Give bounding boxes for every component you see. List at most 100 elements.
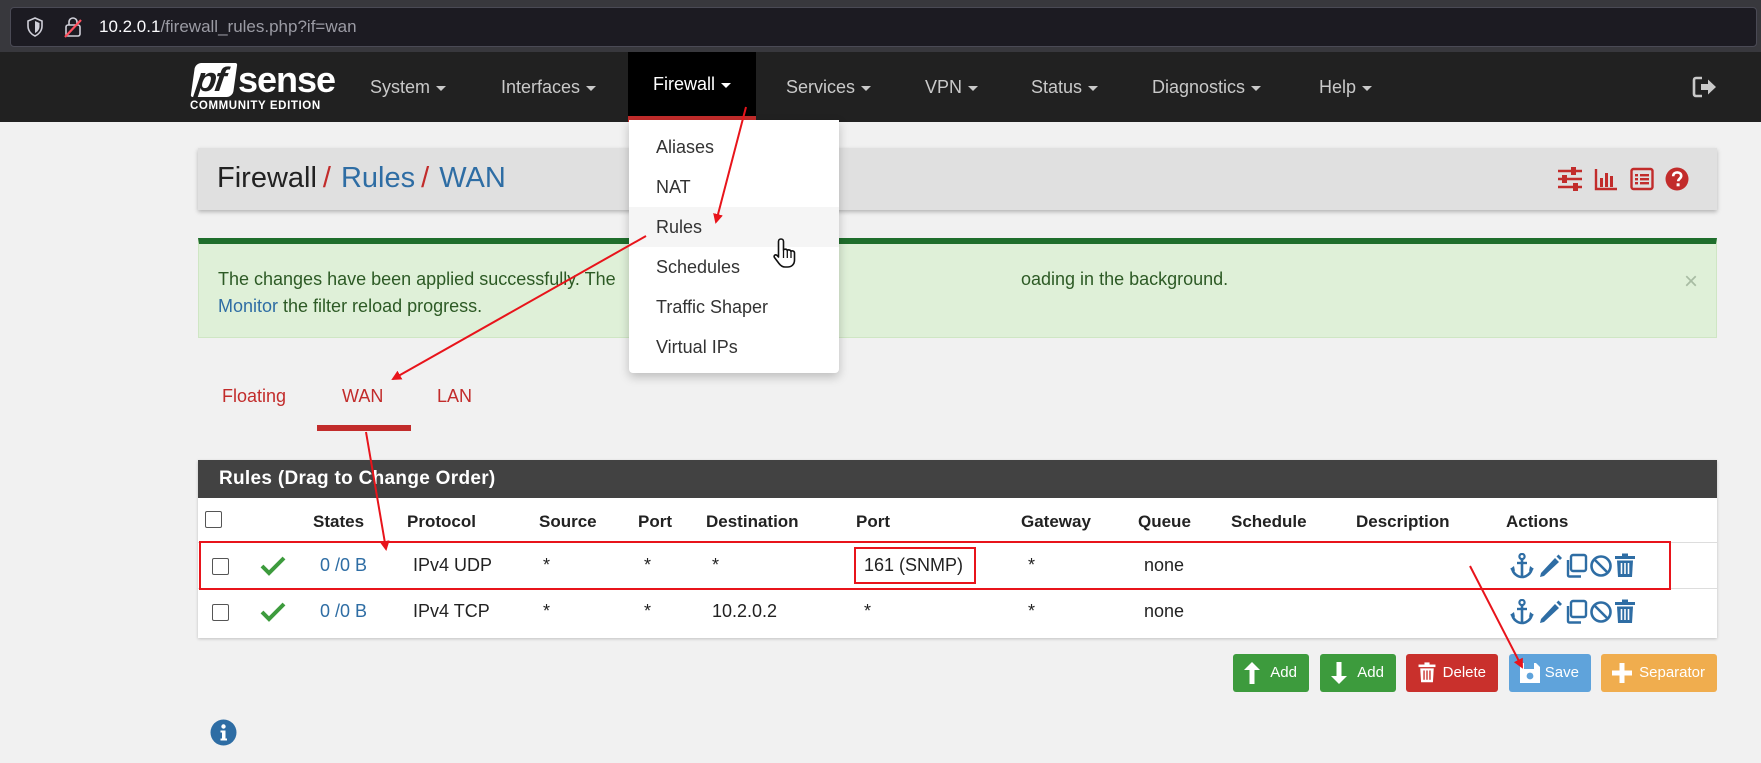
alert-text-line1-end: oading in the background.	[1021, 269, 1229, 289]
url-text: 10.2.0.1/firewall_rules.php?if=wan	[99, 17, 357, 37]
add-bottom-label: Add	[1357, 664, 1384, 681]
nav-status-label: Status	[1031, 77, 1083, 97]
monitor-link[interactable]: Monitor	[218, 296, 278, 316]
menu-item-aliases[interactable]: Aliases	[629, 127, 839, 167]
hand-pointer-cursor-icon	[773, 238, 796, 268]
table-row[interactable]: 0 /0 B IPv4 TCP * * 10.2.0.2 * * none	[198, 588, 1717, 635]
nav-system-label: System	[370, 77, 431, 97]
column-header-source-port: Port	[638, 512, 672, 531]
menu-item-traffic-shaper[interactable]: Traffic Shaper	[629, 287, 839, 327]
add-top-label: Add	[1270, 664, 1297, 681]
caret-down-icon	[586, 85, 597, 91]
caret-down-icon	[721, 82, 732, 88]
column-header-states: States	[313, 512, 365, 531]
logo-pf-text: pf	[193, 61, 227, 99]
caret-down-icon	[861, 85, 872, 91]
nav-diagnostics[interactable]: Diagnostics	[1152, 52, 1262, 122]
select-all-checkbox[interactable]	[205, 511, 222, 528]
row-select-checkbox[interactable]	[212, 604, 229, 621]
logo-pf-badge: pf	[190, 61, 238, 99]
breadcrumb-wan[interactable]: WAN	[439, 162, 506, 194]
column-header-source: Source	[539, 512, 597, 531]
url-path: /firewall_rules.php?if=wan	[160, 17, 357, 36]
nav-interfaces-label: Interfaces	[501, 77, 581, 97]
delete-button[interactable]: Delete	[1406, 654, 1498, 692]
delete-label: Delete	[1442, 664, 1486, 681]
anchor-icon[interactable]	[1510, 599, 1534, 625]
breadcrumb-rules[interactable]: Rules	[341, 162, 415, 194]
column-header-dest-port: Port	[856, 512, 890, 531]
breadcrumb-separator: /	[421, 162, 430, 194]
breadcrumb-panel: Firewall / Rules / WAN	[198, 148, 1717, 210]
insecure-lock-icon[interactable]	[63, 16, 83, 38]
tab-floating[interactable]: Floating	[222, 386, 286, 407]
address-bar[interactable]: 10.2.0.1/firewall_rules.php?if=wan	[10, 7, 1757, 47]
nav-help[interactable]: Help	[1319, 52, 1373, 122]
column-header-protocol: Protocol	[407, 512, 476, 531]
list-alt-icon[interactable]	[1630, 167, 1654, 191]
menu-item-virtual-ips[interactable]: Virtual IPs	[629, 327, 839, 367]
alert-text-line1: The changes have been applied successful…	[218, 269, 616, 289]
success-alert: The changes have been applied successful…	[198, 238, 1717, 338]
floppy-disk-icon	[1520, 663, 1540, 683]
page-shortcut-icons	[1557, 167, 1689, 193]
breadcrumb-separator: /	[322, 162, 331, 194]
tab-lan[interactable]: LAN	[437, 386, 472, 407]
row-protocol: IPv4 TCP	[413, 601, 490, 621]
nav-firewall[interactable]: Firewall	[628, 52, 757, 122]
rules-panel-title: Rules (Drag to Change Order)	[198, 460, 1717, 498]
nav-interfaces[interactable]: Interfaces	[501, 52, 597, 122]
arrow-up-icon	[1244, 662, 1260, 684]
separator-label: Separator	[1639, 664, 1705, 681]
add-rule-bottom-button[interactable]: Add	[1320, 654, 1396, 692]
pfsense-logo[interactable]: pf sense COMMUNITY EDITION	[190, 59, 340, 116]
sliders-icon[interactable]	[1557, 167, 1583, 191]
save-button[interactable]: Save	[1509, 654, 1591, 692]
highlight-snmp-port	[854, 547, 976, 584]
logout-icon[interactable]	[1692, 76, 1718, 98]
caret-down-icon	[1362, 85, 1373, 91]
plus-icon	[1612, 663, 1632, 683]
check-icon[interactable]	[260, 601, 286, 623]
breadcrumb: Firewall / Rules / WAN	[217, 162, 506, 195]
trash-icon[interactable]	[1613, 599, 1637, 625]
trash-icon	[1418, 662, 1436, 683]
edit-pencil-icon[interactable]	[1538, 599, 1562, 625]
column-header-description: Description	[1356, 512, 1450, 531]
add-separator-button[interactable]: Separator	[1601, 654, 1717, 692]
active-tab-indicator	[317, 425, 411, 431]
caret-down-icon	[1251, 85, 1262, 91]
nav-help-label: Help	[1319, 77, 1357, 97]
row-destination: 10.2.0.2	[712, 601, 778, 621]
browser-toolbar: 10.2.0.1/firewall_rules.php?if=wan	[0, 0, 1761, 52]
shield-icon[interactable]	[25, 17, 45, 37]
logo-edition-text: COMMUNITY EDITION	[190, 100, 321, 112]
bar-chart-icon[interactable]	[1594, 167, 1618, 191]
menu-item-nat[interactable]: NAT	[629, 167, 839, 207]
column-header-actions: Actions	[1506, 512, 1569, 531]
help-question-icon[interactable]	[1665, 167, 1689, 191]
nav-vpn[interactable]: VPN	[925, 52, 979, 122]
menu-item-rules[interactable]: Rules	[629, 207, 839, 247]
nav-services-label: Services	[786, 77, 856, 97]
row-queue: none	[1144, 601, 1185, 621]
nav-diagnostics-label: Diagnostics	[1152, 77, 1246, 97]
add-rule-top-button[interactable]: Add	[1233, 654, 1309, 692]
menu-item-schedules[interactable]: Schedules	[629, 247, 839, 287]
info-icon[interactable]	[210, 719, 237, 746]
url-host: 10.2.0.1	[99, 17, 161, 36]
copy-icon[interactable]	[1564, 599, 1588, 625]
main-navbar: pf sense COMMUNITY EDITION System Interf…	[0, 52, 1761, 122]
alert-close-icon[interactable]: ×	[1684, 268, 1698, 296]
nav-services[interactable]: Services	[786, 52, 872, 122]
tab-wan[interactable]: WAN	[342, 386, 383, 407]
row-states[interactable]: 0 /0 B	[320, 601, 367, 622]
nav-system[interactable]: System	[370, 52, 447, 122]
column-header-schedule: Schedule	[1231, 512, 1307, 531]
nav-firewall-label: Firewall	[653, 74, 716, 94]
row-source-port: *	[644, 601, 652, 621]
nav-status[interactable]: Status	[1031, 52, 1099, 122]
column-header-destination: Destination	[706, 512, 799, 531]
disable-ban-icon[interactable]	[1589, 599, 1613, 625]
save-label: Save	[1544, 664, 1579, 681]
